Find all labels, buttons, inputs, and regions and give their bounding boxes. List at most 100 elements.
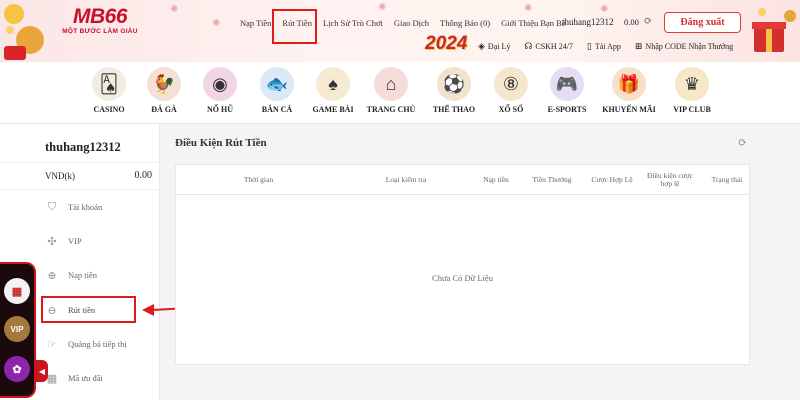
sidebar-item-label: Mã ưu đãi xyxy=(68,373,103,383)
nav-referral[interactable]: Giới Thiệu Bạn Bè xyxy=(501,18,566,28)
game-label: CASINO xyxy=(93,105,125,114)
game-label: GAME BÀI xyxy=(312,105,354,114)
sidebar-item-account[interactable]: ⛉ Tài khoản xyxy=(45,197,155,217)
game-casino[interactable]: 🂡 CASINO xyxy=(81,67,137,114)
game-category-nav: 🂡 CASINO 🐓 ĐÁ GÀ ◉ NỔ HŨ 🐟 BẮN CÁ ♠ GAME… xyxy=(0,62,800,124)
rooster-icon: 🐓 xyxy=(147,67,181,101)
column-header: Cược Hợp Lệ xyxy=(591,175,633,184)
firework-decoration: ✺ xyxy=(170,4,179,15)
agent-label: Đại Lý xyxy=(487,42,511,51)
phone-icon: ▯ xyxy=(586,41,592,51)
fish-icon: 🐟 xyxy=(260,67,294,101)
column-header: Điều kiện cược hợp lệ xyxy=(647,171,693,188)
balance-row: VND(k) 0.00 xyxy=(0,162,160,190)
nav-deposit[interactable]: Nạp Tiền xyxy=(240,18,271,28)
firework-decoration: ✺ xyxy=(212,18,221,29)
nav-game-history[interactable]: Lịch Sử Trò Chơi xyxy=(323,18,383,28)
sidebar-item-promote[interactable]: ☞ Quảng bá tiếp thị xyxy=(45,334,155,354)
empty-state: Chưa Có Dữ Liệu xyxy=(432,273,493,283)
gift-box-icon: ⊞ xyxy=(634,41,643,51)
game-vip-club[interactable]: ♛ VIP CLUB xyxy=(664,67,720,114)
logo[interactable]: MB66 MỘT BƯỚC LÀM GIÀU xyxy=(55,5,145,36)
home-icon: ⌂ xyxy=(374,67,408,101)
header-username: thuhang12312 xyxy=(562,17,614,27)
firework-decoration: ✺ xyxy=(378,2,387,13)
support-label: CSKH 24/7 xyxy=(535,42,573,51)
sidebar-item-deposit[interactable]: ⊕ Nạp tiền xyxy=(45,265,155,285)
vip-badge-icon: ✣ xyxy=(47,235,57,248)
game-label: NỔ HŨ xyxy=(207,105,233,114)
lottery-icon: ⑧ xyxy=(494,67,528,101)
column-header: Thời gian xyxy=(243,175,274,184)
withdraw-highlight-box xyxy=(41,296,136,323)
column-header: Nạp tiền xyxy=(483,175,509,184)
firework-decoration: ✺ xyxy=(524,3,533,14)
game-label: XỔ SỐ xyxy=(498,105,524,114)
gift-icon: 🎁 xyxy=(612,67,646,101)
promote-icon: ☞ xyxy=(47,338,57,351)
lucky-cat-decoration xyxy=(4,4,44,60)
game-label: THỂ THAO xyxy=(432,105,476,114)
year-badge: 2024 xyxy=(425,33,468,54)
sidebar-item-label: Tài khoản xyxy=(68,202,103,212)
game-sports[interactable]: ⚽ THỂ THAO xyxy=(426,67,482,114)
app-download-link[interactable]: ▯ Tải App xyxy=(587,41,621,52)
lucky-wheel-icon[interactable]: ✿ xyxy=(4,356,30,382)
game-fishing[interactable]: 🐟 BẮN CÁ xyxy=(249,67,305,114)
game-label: BẮN CÁ xyxy=(261,105,293,114)
sidebar-username: thuhang12312 xyxy=(45,140,121,154)
gamepad-icon: 🎮 xyxy=(550,67,584,101)
game-lottery[interactable]: ⑧ XỔ SỐ xyxy=(483,67,539,114)
game-slots[interactable]: ◉ NỔ HŨ xyxy=(192,67,248,114)
game-label: E-SPORTS xyxy=(547,105,587,114)
game-label: TRANG CHỦ xyxy=(366,105,416,114)
sidebar-item-vip[interactable]: ✣ VIP xyxy=(45,231,155,251)
withdraw-conditions-table: Thời gian Loại kiểm tra Nạp tiền Tiền Th… xyxy=(175,164,750,365)
sub-nav: ◈ Đại Lý ☊ CSKH 24/7 ▯ Tải App ⊞ Nhập CODE N… xyxy=(478,41,747,52)
header-balance: 0.00 xyxy=(624,17,639,27)
vip-medal-icon[interactable]: VIP xyxy=(4,316,30,342)
sidebar-item-label: Nạp tiền xyxy=(68,270,98,280)
gift-decoration xyxy=(752,8,796,52)
app-label: Tải App xyxy=(594,42,621,51)
cards-icon: 🂡 xyxy=(92,67,126,101)
card-game-icon: ♠ xyxy=(316,67,350,101)
game-promotions[interactable]: 🎁 KHUYẾN MÃI xyxy=(601,67,657,114)
agent-icon: ◈ xyxy=(478,41,485,51)
logout-button[interactable]: Đăng xuất xyxy=(664,12,741,33)
support-link[interactable]: ☊ CSKH 24/7 xyxy=(524,41,573,52)
nav-transactions[interactable]: Giao Dịch xyxy=(394,18,429,28)
column-header: Trạng thái xyxy=(711,175,743,184)
game-label: ĐÁ GÀ xyxy=(151,105,177,114)
sidebar-item-coupon[interactable]: ▦ Mã ưu đãi xyxy=(45,368,155,388)
football-icon: ⚽ xyxy=(437,67,471,101)
firework-decoration: ✺ xyxy=(600,4,609,15)
header: ✺ ✺ ✺ ✺ ✺ MB66 MỘT BƯỚC LÀM GIÀU Nạp Tiề… xyxy=(0,0,800,62)
vip-medal-label: VIP xyxy=(10,324,24,334)
game-cockfight[interactable]: 🐓 ĐÁ GÀ xyxy=(136,67,192,114)
refresh-icon[interactable]: ⟳ xyxy=(644,16,652,27)
column-header: Loại kiểm tra xyxy=(385,175,427,184)
deposit-icon: ⊕ xyxy=(47,269,57,282)
game-esports[interactable]: 🎮 E-SPORTS xyxy=(539,67,595,114)
game-home[interactable]: ⌂ TRANG CHỦ xyxy=(363,67,419,114)
slot-icon: ◉ xyxy=(203,67,237,101)
logo-text: MB66 xyxy=(72,5,128,28)
game-card-games[interactable]: ♠ GAME BÀI xyxy=(305,67,361,114)
user-shield-icon: ⛉ xyxy=(47,200,57,213)
nav-notifications[interactable]: Thông Báo (0) xyxy=(440,18,490,28)
calendar-icon[interactable]: ▦ xyxy=(4,278,30,304)
currency-label: VND(k) xyxy=(45,171,75,181)
balance-value: 0.00 xyxy=(134,170,153,181)
redeem-code-link[interactable]: ⊞ Nhập CODE Nhận Thưởng xyxy=(635,41,733,52)
sidebar-item-label: VIP xyxy=(68,236,82,246)
collapse-panel-button[interactable]: ◀ xyxy=(36,360,48,382)
floating-quick-panel: ▦ VIP ✿ xyxy=(0,262,36,398)
headset-icon: ☊ xyxy=(524,41,533,51)
agent-link[interactable]: ◈ Đại Lý xyxy=(478,41,510,52)
refresh-icon[interactable]: ⟳ xyxy=(738,136,747,149)
logo-tagline: MỘT BƯỚC LÀM GIÀU xyxy=(62,28,138,35)
column-header: Tiền Thưởng xyxy=(532,175,572,184)
game-label: KHUYẾN MÃI xyxy=(602,105,656,114)
game-label: VIP CLUB xyxy=(673,105,711,114)
